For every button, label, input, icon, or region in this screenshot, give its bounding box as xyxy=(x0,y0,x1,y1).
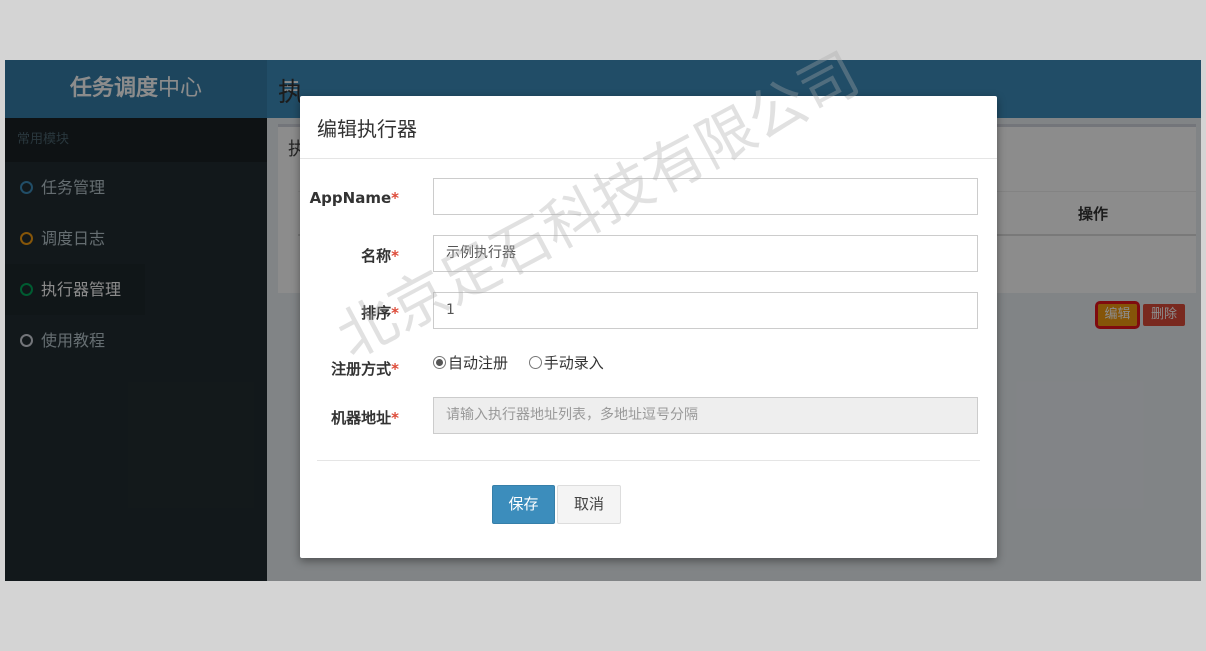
edit-executor-modal: 编辑执行器 AppName* 名称* 示例执行器 排序* 1 注册方式* 自动注… xyxy=(300,96,997,558)
save-button[interactable]: 保存 xyxy=(492,485,555,524)
name-label-text: 名称 xyxy=(361,247,392,265)
required-mark: * xyxy=(391,360,399,378)
name-label: 名称* xyxy=(361,245,399,266)
order-label: 排序* xyxy=(361,302,399,323)
name-input[interactable]: 示例执行器 xyxy=(433,235,978,272)
register-label: 注册方式* xyxy=(331,358,399,379)
required-mark: * xyxy=(391,409,399,427)
modal-title: 编辑执行器 xyxy=(317,117,417,141)
order-label-text: 排序 xyxy=(361,304,392,322)
required-mark: * xyxy=(391,247,399,265)
cancel-button[interactable]: 取消 xyxy=(557,485,621,524)
required-mark: * xyxy=(391,189,399,207)
modal-header: 编辑执行器 xyxy=(300,96,997,159)
order-input[interactable]: 1 xyxy=(433,292,978,329)
appname-input[interactable] xyxy=(433,178,978,215)
appname-label-text: AppName xyxy=(309,189,392,207)
address-label: 机器地址* xyxy=(331,407,399,428)
appname-label: AppName* xyxy=(310,189,399,207)
register-label-text: 注册方式 xyxy=(331,360,392,378)
address-label-text: 机器地址 xyxy=(331,409,392,427)
register-manual-label[interactable]: 手动录入 xyxy=(544,354,604,372)
radio-checked-icon[interactable] xyxy=(433,356,446,369)
modal-footer-divider xyxy=(317,460,980,461)
register-radio-group: 自动注册 手动录入 xyxy=(433,352,604,373)
radio-unchecked-icon[interactable] xyxy=(528,356,542,369)
register-auto-option[interactable]: 自动注册 xyxy=(433,354,508,372)
required-mark: * xyxy=(391,304,399,322)
register-auto-label[interactable]: 自动注册 xyxy=(448,354,508,372)
register-manual-option[interactable]: 手动录入 xyxy=(528,354,604,372)
address-input[interactable]: 请输入执行器地址列表，多地址逗号分隔 xyxy=(433,397,978,434)
